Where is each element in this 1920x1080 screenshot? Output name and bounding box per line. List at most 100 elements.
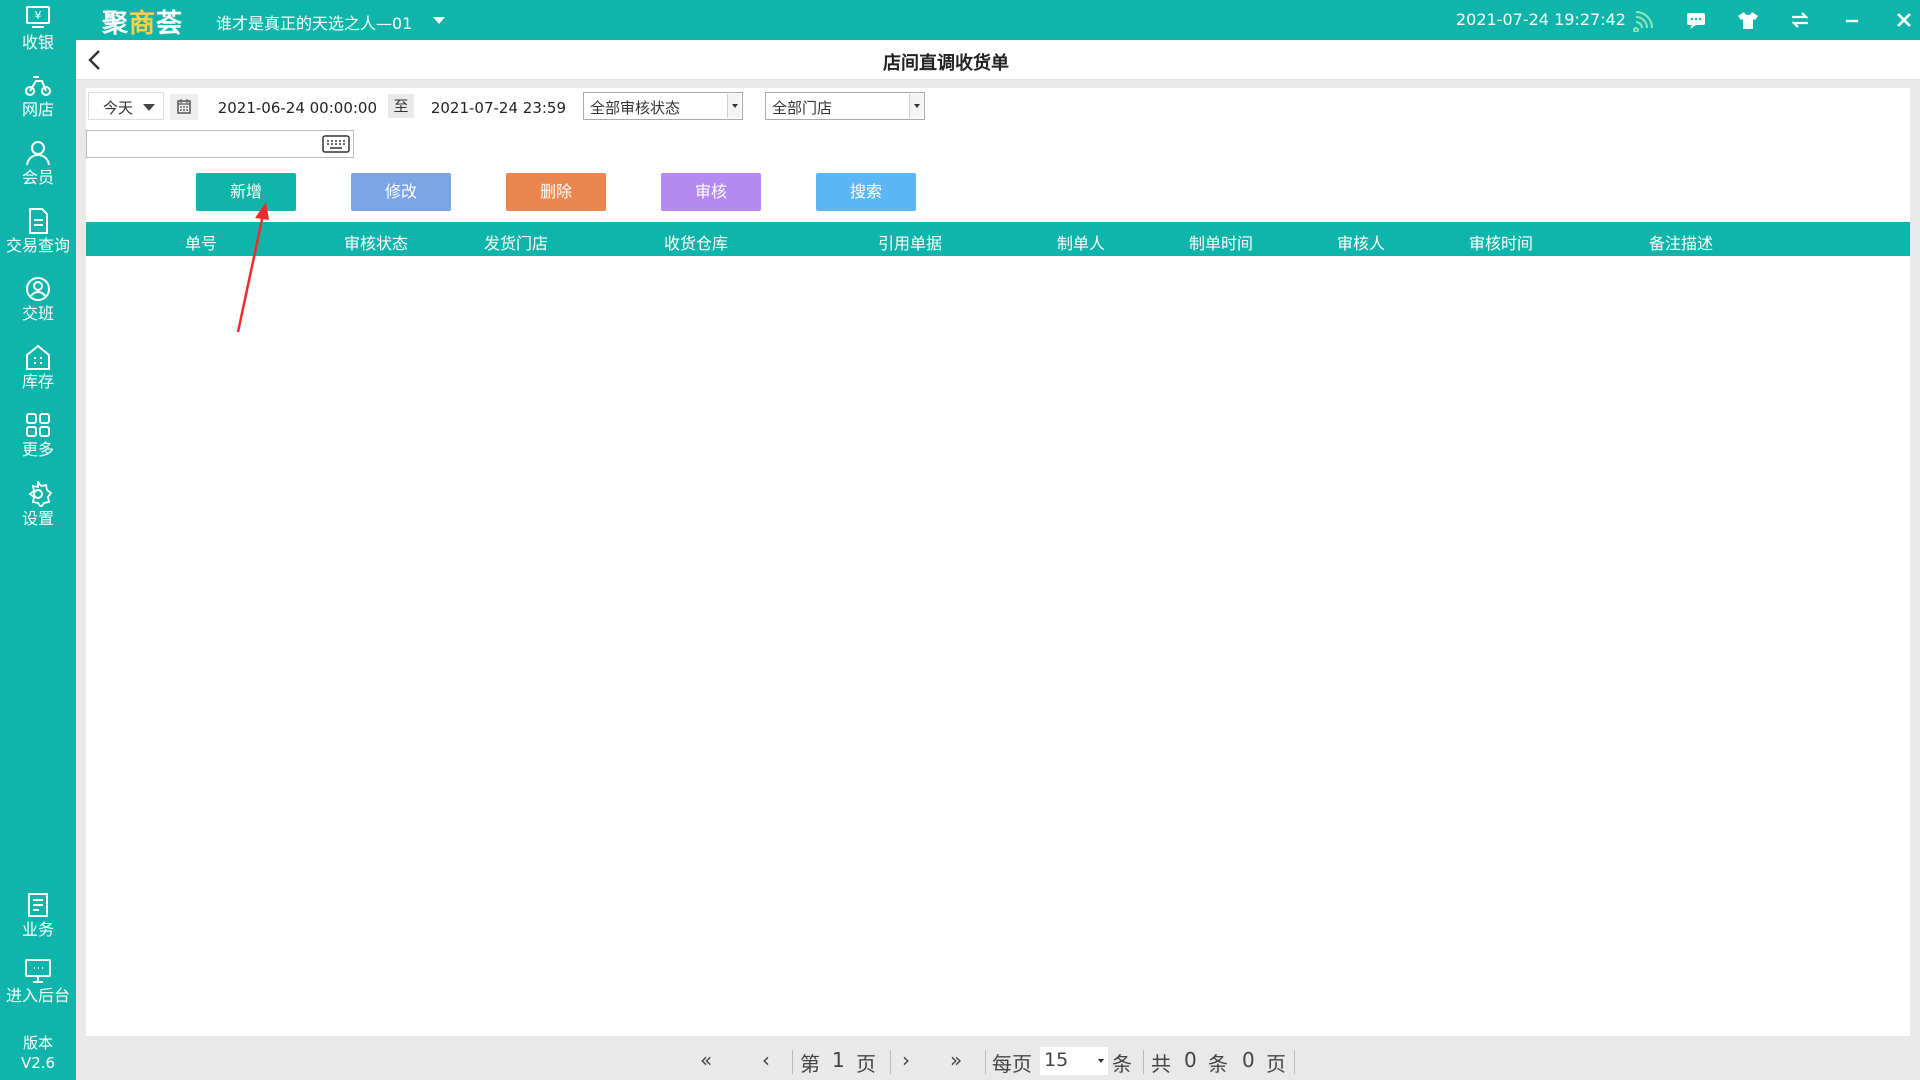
message-icon[interactable] [1684,8,1708,32]
per-page-label: 每页 [992,1052,1032,1076]
sidebar-item-online-shop[interactable]: 网店 [0,72,76,138]
column-header-creator[interactable]: 制单人 [1046,230,1116,254]
sidebar-item-label: 网店 [21,100,54,119]
divider [1294,1050,1295,1074]
svg-text:¥: ¥ [35,9,42,22]
calendar-icon [177,99,191,114]
switch-arrows-icon[interactable] [1788,8,1812,32]
skin-shirt-icon[interactable] [1736,8,1760,32]
store-value: 全部门店 [772,99,833,117]
table-body [86,256,1910,1036]
page-header: 店间直调收货单 [76,40,1920,80]
annotation-arrow-icon [236,202,269,333]
dropdown-arrow-icon [1098,1059,1104,1063]
prev-page-icon[interactable]: ‹ [762,1048,770,1072]
sidebar-item-inventory[interactable]: 库存 [0,344,76,410]
divider [890,1050,891,1074]
search-input[interactable] [86,130,354,158]
column-header-sending-store[interactable]: 发货门店 [476,230,556,254]
sidebar-item-cashier[interactable]: ¥ 收银 [0,5,76,71]
table-header: 单号 审核状态 发货门店 收货仓库 引用单据 制单人 制单时间 审核人 审核时间… [86,222,1910,256]
column-header-receiving-warehouse[interactable]: 收货仓库 [656,230,736,254]
sidebar-item-label: 业务 [21,920,54,939]
store-select[interactable]: 全部门店 [765,92,925,120]
shift-handover-icon [26,277,50,301]
quick-range-value: 今天 [103,99,134,117]
transaction-query-icon [29,208,48,234]
divider [985,1050,986,1074]
per-page-unit: 条 [1112,1052,1132,1076]
minimize-icon[interactable] [1840,8,1864,32]
sidebar-item-backend[interactable]: 进入后台 [0,958,76,1024]
delete-button[interactable]: 删除 [506,173,606,211]
column-header-audit-status[interactable]: 审核状态 [336,230,416,254]
page-prefix: 第 [800,1052,820,1076]
close-icon[interactable] [1892,8,1916,32]
current-datetime: 2021-07-24 19:27:42 [1456,10,1626,29]
sidebar-item-transaction-query[interactable]: 交易查询 [0,208,76,274]
sidebar-item-label: 收银 [21,33,54,52]
end-date-input[interactable] [420,96,570,120]
shop-switch-caret-icon[interactable] [433,17,445,24]
cashier-icon: ¥ [26,6,50,28]
app-logo: 聚商荟 [102,9,184,39]
next-page-icon[interactable]: › [902,1048,910,1072]
dropdown-arrow-icon [727,94,741,118]
version-info: 版本 V2.6 [0,1033,76,1073]
sidebar-item-label: 更多 [21,440,54,459]
sidebar-item-label: 进入后台 [5,986,70,1005]
more-icon [26,413,50,437]
version-value: V2.6 [20,1054,56,1072]
sidebar-item-member[interactable]: 会员 [0,140,76,206]
total-pages-unit: 页 [1266,1052,1286,1076]
business-icon [28,893,48,917]
sidebar-item-shift[interactable]: 交班 [0,276,76,342]
edit-button[interactable]: 修改 [351,173,451,211]
audit-status-value: 全部审核状态 [590,99,681,117]
page-suffix: 页 [856,1052,876,1076]
audit-button[interactable]: 审核 [661,173,761,211]
sidebar-item-label: 会员 [21,168,54,187]
per-page-value: 15 [1044,1049,1069,1071]
date-range-separator: 至 [388,94,414,118]
first-page-icon[interactable]: « [700,1048,712,1072]
keyboard-icon[interactable] [322,133,350,155]
total-records-unit: 条 [1208,1052,1228,1076]
backend-icon [25,959,51,983]
calendar-button[interactable] [170,94,198,120]
shop-name: 谁才是真正的天选之人—01 [216,14,413,33]
total-records: 0 [1184,1048,1197,1072]
current-page[interactable]: 1 [832,1048,845,1072]
sidebar: ¥ 收银 网店 会员 交易查询 交班 库存 更多 设置 业务 进入后台 版本 V… [0,0,76,1080]
inventory-icon [26,344,50,370]
total-pages: 0 [1242,1048,1255,1072]
column-header-audit-time[interactable]: 审核时间 [1456,230,1546,254]
column-header-remarks[interactable]: 备注描述 [1636,230,1726,254]
column-header-auditor[interactable]: 审核人 [1326,230,1396,254]
divider [792,1050,793,1074]
online-shop-icon [25,76,51,96]
chevron-down-icon [143,104,155,111]
sidebar-item-label: 设置 [21,509,54,528]
sidebar-item-settings[interactable]: 设置 [0,481,76,547]
sidebar-item-label: 库存 [21,372,54,391]
version-label: 版本 [22,1034,53,1052]
column-header-create-time[interactable]: 制单时间 [1176,230,1266,254]
column-header-reference-doc[interactable]: 引用单据 [865,230,955,254]
dropdown-arrow-icon [909,94,923,118]
sidebar-item-label: 交班 [21,304,54,323]
start-date-input[interactable] [205,96,385,120]
last-page-icon[interactable]: » [950,1048,962,1072]
sidebar-item-business[interactable]: 业务 [0,892,76,958]
sidebar-item-label: 交易查询 [5,236,70,255]
audit-status-select[interactable]: 全部审核状态 [583,92,743,120]
title-bar: 聚商荟 谁才是真正的天选之人—01 2021-07-24 19:27:42 [76,0,1920,40]
per-page-select[interactable]: 15 [1040,1047,1108,1075]
sidebar-item-more[interactable]: 更多 [0,412,76,478]
settings-icon [28,481,52,507]
member-icon [26,141,50,166]
page-title: 店间直调收货单 [883,53,1009,74]
quick-range-dropdown[interactable]: 今天 [88,92,164,120]
search-button[interactable]: 搜索 [816,173,916,211]
column-header-order-no[interactable]: 单号 [166,230,236,254]
